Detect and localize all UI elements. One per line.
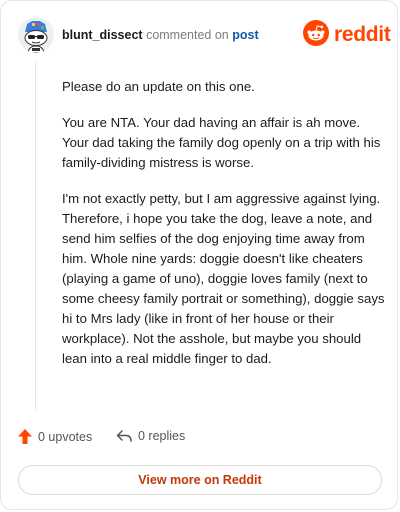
comment-verb: commented on bbox=[146, 28, 229, 42]
comment-paragraph: I'm not exactly petty, but I am aggressi… bbox=[62, 191, 385, 366]
reply-button[interactable]: 0 replies bbox=[116, 429, 185, 443]
post-link[interactable]: post bbox=[232, 28, 258, 42]
replies-count: 0 replies bbox=[138, 429, 186, 443]
avatar[interactable] bbox=[18, 17, 54, 53]
comment-meta: blunt_dissect commented on post bbox=[62, 28, 259, 42]
reddit-logo[interactable]: reddit bbox=[303, 19, 391, 49]
comment-header: blunt_dissect commented on post reddit bbox=[18, 16, 391, 54]
upvote-arrow-icon bbox=[18, 429, 32, 444]
comment-body: Please do an update on this one. You are… bbox=[62, 77, 386, 385]
reply-icon bbox=[116, 430, 132, 442]
upvote-button[interactable]: 0 upvotes bbox=[18, 429, 92, 444]
comment-embed-card: blunt_dissect commented on post reddit P… bbox=[0, 0, 398, 510]
comment-paragraph: You are NTA. Your dad having an affair i… bbox=[62, 115, 381, 170]
reddit-wordmark: reddit bbox=[334, 23, 391, 46]
thread-line bbox=[35, 61, 36, 411]
username[interactable]: blunt_dissect bbox=[62, 28, 143, 42]
snoo-avatar-icon bbox=[18, 17, 54, 53]
view-more-on-reddit-button[interactable]: View more on Reddit bbox=[18, 465, 382, 495]
upvotes-count: 0 upvotes bbox=[38, 429, 93, 444]
comment-paragraph: Please do an update on this one. bbox=[62, 79, 255, 94]
reddit-snoo-icon bbox=[303, 20, 329, 46]
